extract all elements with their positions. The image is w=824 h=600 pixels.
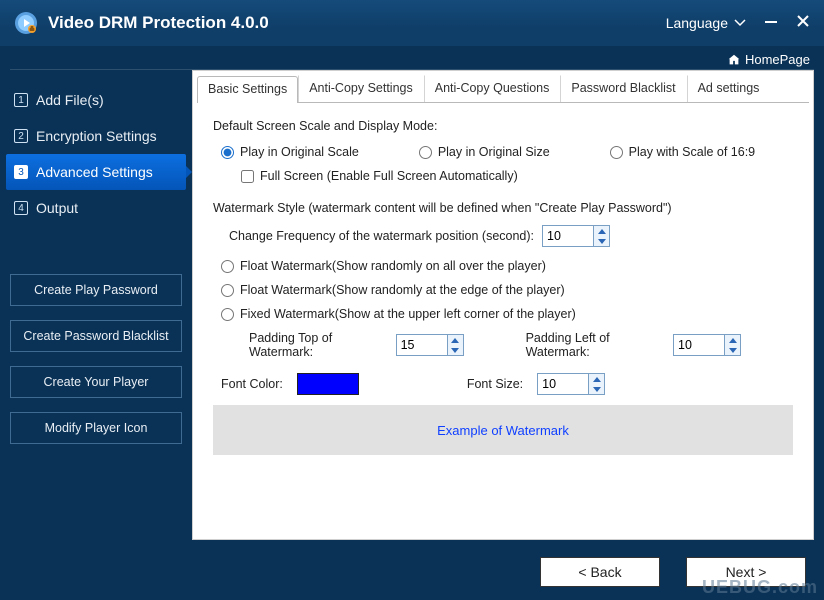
app-title: Video DRM Protection 4.0.0 bbox=[48, 13, 269, 33]
minimize-button[interactable] bbox=[764, 14, 778, 32]
create-password-blacklist-button[interactable]: Create Password Blacklist bbox=[10, 320, 182, 352]
watermark-example: Example of Watermark bbox=[213, 405, 793, 455]
homepage-row: HomePage bbox=[0, 46, 824, 69]
nav-encryption-settings[interactable]: 2 Encryption Settings bbox=[6, 118, 186, 154]
radio-original-scale-input[interactable] bbox=[221, 146, 234, 159]
nav-add-files[interactable]: 1 Add File(s) bbox=[6, 82, 186, 118]
modify-player-icon-button[interactable]: Modify Player Icon bbox=[10, 412, 182, 444]
nav-label: Encryption Settings bbox=[36, 128, 157, 144]
tab-anti-copy-questions[interactable]: Anti-Copy Questions bbox=[424, 75, 561, 102]
radio-original-size-input[interactable] bbox=[419, 146, 432, 159]
panel-body: Default Screen Scale and Display Mode: P… bbox=[193, 103, 813, 539]
nav-step-number: 4 bbox=[14, 201, 28, 215]
radio-fixed[interactable]: Fixed Watermark(Show at the upper left c… bbox=[221, 307, 576, 321]
language-button[interactable]: Language bbox=[666, 15, 746, 31]
radio-original-size[interactable]: Play in Original Size bbox=[419, 145, 550, 159]
footer: < Back Next > bbox=[0, 548, 824, 596]
sidebar: 1 Add File(s) 2 Encryption Settings 3 Ad… bbox=[0, 70, 192, 548]
app-icon bbox=[14, 11, 38, 35]
pad-top-spinner[interactable] bbox=[448, 334, 464, 356]
tab-anti-copy-settings[interactable]: Anti-Copy Settings bbox=[298, 75, 424, 102]
font-size-label: Font Size: bbox=[467, 377, 523, 391]
nav-advanced-settings[interactable]: 3 Advanced Settings bbox=[6, 154, 186, 190]
radio-scale-169[interactable]: Play with Scale of 16:9 bbox=[610, 145, 755, 159]
radio-fixed-input[interactable] bbox=[221, 308, 234, 321]
watermark-header: Watermark Style (watermark content will … bbox=[213, 201, 793, 215]
tab-basic-settings[interactable]: Basic Settings bbox=[197, 76, 298, 103]
pad-left-input[interactable] bbox=[673, 334, 725, 356]
back-button[interactable]: < Back bbox=[540, 557, 660, 587]
radio-float-edge[interactable]: Float Watermark(Show randomly at the edg… bbox=[221, 283, 565, 297]
homepage-link[interactable]: HomePage bbox=[727, 52, 810, 67]
chevron-down-icon bbox=[734, 19, 746, 27]
change-frequency-label: Change Frequency of the watermark positi… bbox=[229, 229, 534, 243]
radio-float-all-input[interactable] bbox=[221, 260, 234, 273]
titlebar: Video DRM Protection 4.0.0 Language bbox=[0, 0, 824, 46]
radio-scale-169-input[interactable] bbox=[610, 146, 623, 159]
homepage-label: HomePage bbox=[745, 52, 810, 67]
nav-step-number: 1 bbox=[14, 93, 28, 107]
scale-mode-header: Default Screen Scale and Display Mode: bbox=[213, 119, 793, 133]
font-size-spinner[interactable] bbox=[589, 373, 605, 395]
font-color-picker[interactable] bbox=[297, 373, 359, 395]
radio-original-scale[interactable]: Play in Original Scale bbox=[221, 145, 359, 159]
watermark-example-text: Example of Watermark bbox=[437, 423, 569, 438]
tab-password-blacklist[interactable]: Password Blacklist bbox=[560, 75, 686, 102]
tab-ad-settings[interactable]: Ad settings bbox=[687, 75, 771, 102]
change-frequency-input[interactable] bbox=[542, 225, 594, 247]
next-button[interactable]: Next > bbox=[686, 557, 806, 587]
change-frequency-spinner[interactable] bbox=[594, 225, 610, 247]
create-your-player-button[interactable]: Create Your Player bbox=[10, 366, 182, 398]
nav-label: Add File(s) bbox=[36, 92, 104, 108]
nav-step-number: 3 bbox=[14, 165, 28, 179]
radio-float-all[interactable]: Float Watermark(Show randomly on all ove… bbox=[221, 259, 546, 273]
main-panel: Basic Settings Anti-Copy Settings Anti-C… bbox=[192, 70, 814, 540]
nav-label: Advanced Settings bbox=[36, 164, 153, 180]
font-color-label: Font Color: bbox=[221, 377, 283, 391]
home-icon bbox=[727, 53, 741, 67]
tab-bar: Basic Settings Anti-Copy Settings Anti-C… bbox=[197, 75, 809, 103]
fullscreen-label: Full Screen (Enable Full Screen Automati… bbox=[260, 169, 518, 183]
nav-step-number: 2 bbox=[14, 129, 28, 143]
pad-left-spinner[interactable] bbox=[725, 334, 741, 356]
language-label: Language bbox=[666, 15, 728, 31]
create-play-password-button[interactable]: Create Play Password bbox=[10, 274, 182, 306]
font-size-input[interactable] bbox=[537, 373, 589, 395]
nav-label: Output bbox=[36, 200, 78, 216]
fullscreen-checkbox[interactable] bbox=[241, 170, 254, 183]
pad-top-input[interactable] bbox=[396, 334, 448, 356]
pad-top-label: Padding Top of Watermark: bbox=[249, 331, 390, 359]
nav-output[interactable]: 4 Output bbox=[6, 190, 186, 226]
radio-float-edge-input[interactable] bbox=[221, 284, 234, 297]
pad-left-label: Padding Left of Watermark: bbox=[526, 331, 667, 359]
close-button[interactable] bbox=[796, 14, 810, 32]
